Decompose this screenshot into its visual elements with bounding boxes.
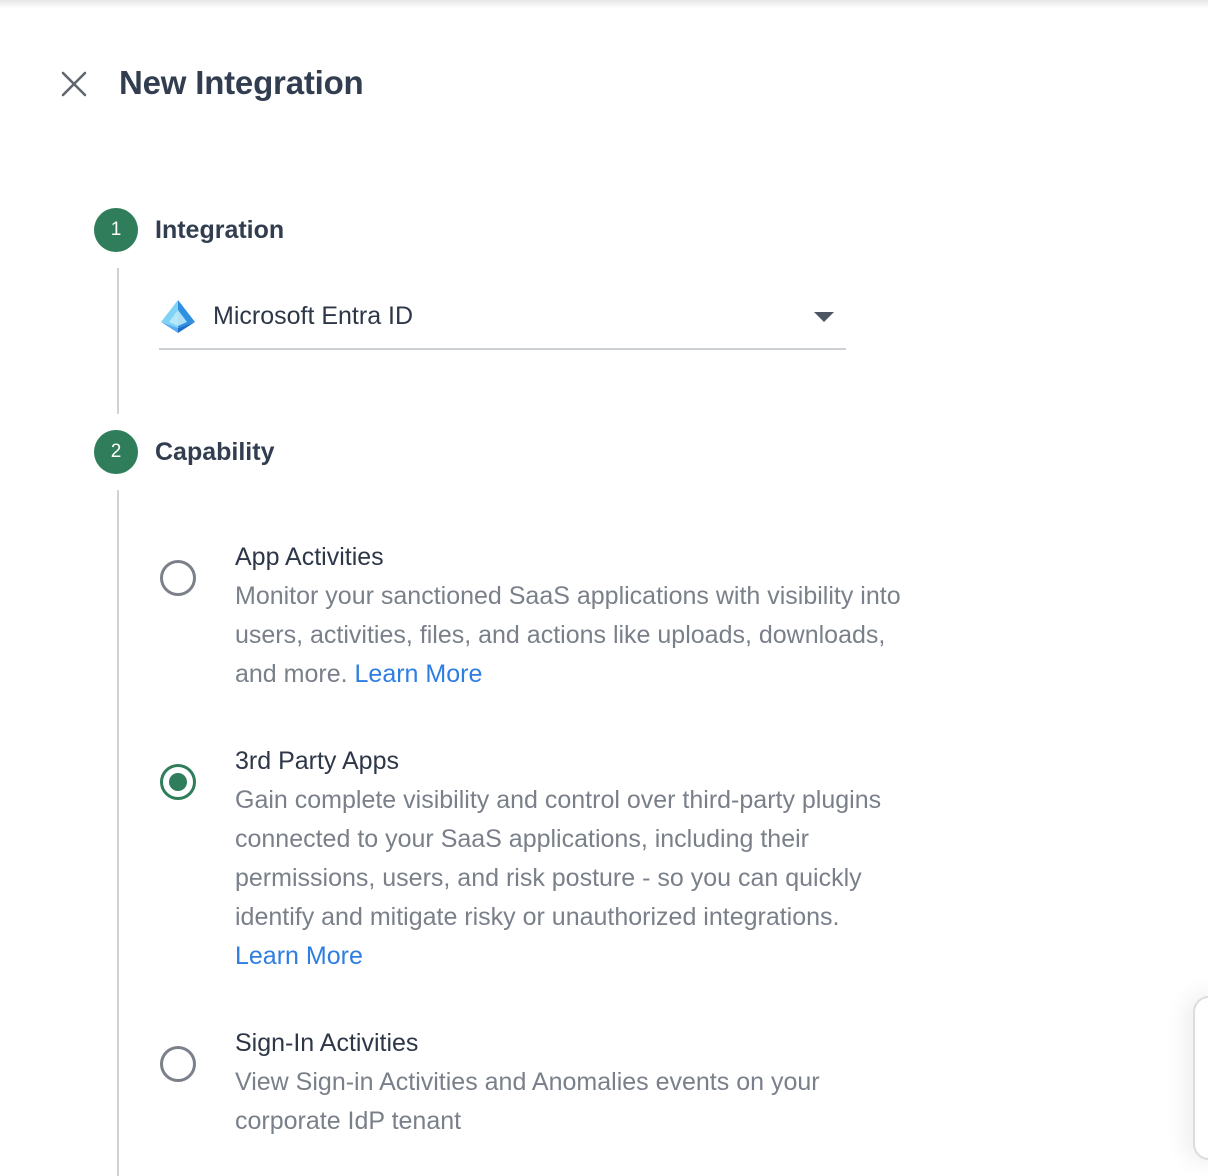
app-activities-description: Monitor your sanctioned SaaS application… bbox=[235, 577, 905, 694]
new-integration-panel: New Integration 1 Integration Microsoft … bbox=[0, 0, 1208, 1176]
third-party-apps-radio[interactable] bbox=[160, 764, 196, 800]
step-label-capability: Capability bbox=[155, 438, 275, 466]
integration-select[interactable]: Microsoft Entra ID bbox=[159, 290, 846, 350]
step-number-badge: 2 bbox=[94, 430, 138, 474]
step-label-integration: Integration bbox=[155, 216, 285, 244]
side-widget-tab[interactable] bbox=[1193, 996, 1208, 1160]
caret-down-icon bbox=[814, 312, 834, 322]
third-party-apps-title: 3rd Party Apps bbox=[235, 747, 399, 775]
third-party-apps-description: Gain complete visibility and control ove… bbox=[235, 781, 885, 976]
app-activities-radio[interactable] bbox=[160, 560, 196, 596]
integration-select-value: Microsoft Entra ID bbox=[213, 302, 414, 330]
close-button[interactable] bbox=[56, 66, 92, 102]
top-shadow bbox=[0, 0, 1208, 8]
sign-in-activities-description: View Sign-in Activities and Anomalies ev… bbox=[235, 1068, 820, 1135]
close-icon bbox=[61, 71, 87, 97]
sign-in-activities-title: Sign-In Activities bbox=[235, 1029, 419, 1057]
app-activities-learn-more-link[interactable]: Learn More bbox=[355, 660, 483, 688]
third-party-apps-learn-more-link[interactable]: Learn More bbox=[235, 942, 363, 970]
app-activities-description-text: Monitor your sanctioned SaaS application… bbox=[235, 582, 901, 688]
sign-in-activities-radio[interactable] bbox=[160, 1046, 196, 1082]
microsoft-entra-id-logo bbox=[161, 300, 195, 333]
step-connector-line bbox=[117, 490, 119, 1176]
third-party-apps-description-text: Gain complete visibility and control ove… bbox=[235, 786, 882, 931]
step-connector-line bbox=[117, 268, 119, 414]
page-title: New Integration bbox=[119, 64, 364, 101]
app-activities-title: App Activities bbox=[235, 543, 384, 571]
step-number-badge: 1 bbox=[94, 208, 138, 252]
